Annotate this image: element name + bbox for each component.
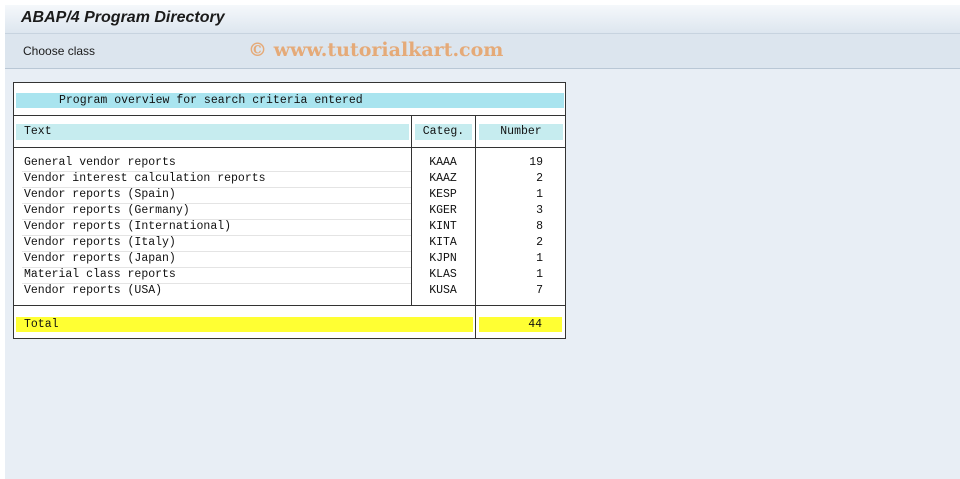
row-text: Vendor reports (Italy) xyxy=(24,236,176,249)
total-divider xyxy=(14,305,565,306)
table-row[interactable]: Vendor reports (USA) KUSA 7 xyxy=(14,283,565,299)
row-number: 3 xyxy=(536,204,543,217)
row-text: Vendor interest calculation reports xyxy=(24,172,266,185)
row-categ: KLAS xyxy=(429,268,457,281)
row-number: 2 xyxy=(536,236,543,249)
total-label: Total xyxy=(16,317,473,332)
total-number: 44 xyxy=(479,317,562,332)
row-number: 1 xyxy=(536,252,543,265)
row-categ: KUSA xyxy=(429,284,457,297)
row-text: Material class reports xyxy=(24,268,176,281)
title-bar: ABAP/4 Program Directory xyxy=(5,5,960,34)
column-header-divider xyxy=(14,147,565,148)
program-overview-list: Program overview for search criteria ent… xyxy=(13,82,566,339)
window-title: ABAP/4 Program Directory xyxy=(21,9,225,26)
row-text: Vendor reports (Spain) xyxy=(24,188,176,201)
row-text: Vendor reports (International) xyxy=(24,220,232,233)
row-text: Vendor reports (Japan) xyxy=(24,252,176,265)
column-header-text[interactable]: Text xyxy=(16,124,409,140)
row-categ: KGER xyxy=(429,204,457,217)
row-number: 8 xyxy=(536,220,543,233)
table-row[interactable]: Vendor reports (Germany) KGER 3 xyxy=(14,203,565,219)
row-categ: KINT xyxy=(429,220,457,233)
row-categ: KJPN xyxy=(429,252,457,265)
table-row[interactable]: Vendor reports (Italy) KITA 2 xyxy=(14,235,565,251)
row-number: 2 xyxy=(536,172,543,185)
table-row[interactable]: Vendor interest calculation reports KAAZ 2 xyxy=(14,171,565,187)
sap-window: ABAP/4 Program Directory Choose class © … xyxy=(5,5,960,479)
row-text: General vendor reports xyxy=(24,156,176,169)
row-categ: KAAZ xyxy=(429,172,457,185)
column-header-categ[interactable]: Categ. xyxy=(415,124,472,140)
row-number: 1 xyxy=(536,188,543,201)
list-header: Program overview for search criteria ent… xyxy=(16,93,564,108)
header-divider xyxy=(14,115,565,116)
watermark: © www.tutorialkart.com xyxy=(248,39,504,61)
choose-class-button[interactable]: Choose class xyxy=(23,44,95,58)
row-number: 7 xyxy=(536,284,543,297)
column-header-number[interactable]: Number xyxy=(479,124,563,140)
row-number: 1 xyxy=(536,268,543,281)
row-text: Vendor reports (Germany) xyxy=(24,204,190,217)
row-text: Vendor reports (USA) xyxy=(24,284,163,297)
row-number: 19 xyxy=(529,156,543,169)
row-categ: KITA xyxy=(429,236,457,249)
table-row[interactable]: Vendor reports (Japan) KJPN 1 xyxy=(14,251,565,267)
table-row[interactable]: Vendor reports (Spain) KESP 1 xyxy=(14,187,565,203)
row-categ: KAAA xyxy=(429,156,457,169)
row-categ: KESP xyxy=(429,188,457,201)
application-toolbar: Choose class © www.tutorialkart.com xyxy=(5,34,960,69)
table-row[interactable]: General vendor reports KAAA 19 xyxy=(14,155,565,171)
list-output-area: Program overview for search criteria ent… xyxy=(5,69,960,479)
table-row[interactable]: Material class reports KLAS 1 xyxy=(14,267,565,283)
table-row[interactable]: Vendor reports (International) KINT 8 xyxy=(14,219,565,235)
